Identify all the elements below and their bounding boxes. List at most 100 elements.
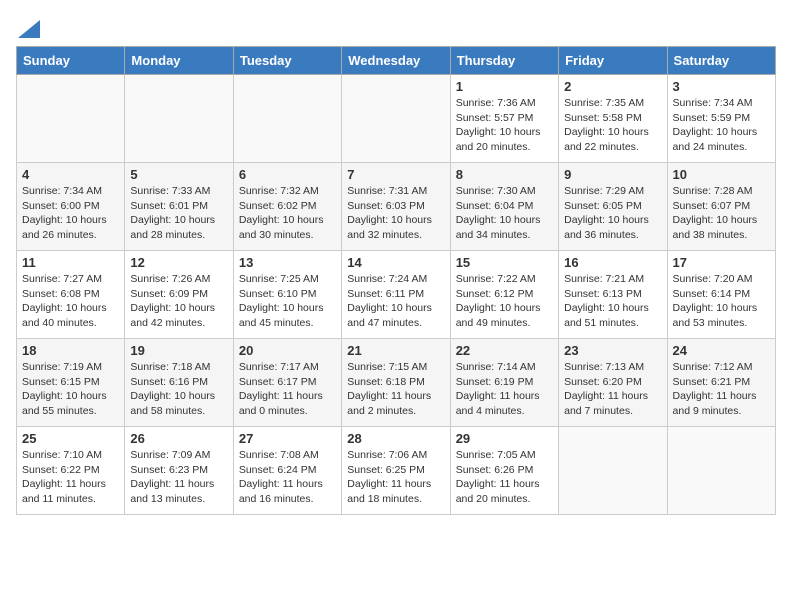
calendar-cell: 28 Sunrise: 7:06 AM Sunset: 6:25 PM Dayli… bbox=[342, 427, 450, 515]
calendar-cell: 12 Sunrise: 7:26 AM Sunset: 6:09 PM Dayli… bbox=[125, 251, 233, 339]
day-number: 18 bbox=[22, 343, 119, 358]
calendar-cell: 8Sunrise: 7:30 AM Sunset: 6:04 PM Daylig… bbox=[450, 163, 558, 251]
calendar-cell: 19 Sunrise: 7:18 AM Sunset: 6:16 PM Dayli… bbox=[125, 339, 233, 427]
day-number: 28 bbox=[347, 431, 444, 446]
day-number: 19 bbox=[130, 343, 227, 358]
calendar-cell: 20 Sunrise: 7:17 AM Sunset: 6:17 PM Dayli… bbox=[233, 339, 341, 427]
calendar-cell bbox=[342, 75, 450, 163]
day-info: Sunrise: 7:20 AM Sunset: 6:14 PM Dayligh… bbox=[673, 272, 770, 331]
calendar-cell: 13 Sunrise: 7:25 AM Sunset: 6:10 PM Dayli… bbox=[233, 251, 341, 339]
day-number: 5 bbox=[130, 167, 227, 182]
calendar-cell: 25Sunrise: 7:10 AM Sunset: 6:22 PM Dayli… bbox=[17, 427, 125, 515]
calendar-cell: 18 Sunrise: 7:19 AM Sunset: 6:15 PM Dayli… bbox=[17, 339, 125, 427]
day-number: 14 bbox=[347, 255, 444, 270]
calendar-cell: 22 Sunrise: 7:14 AM Sunset: 6:19 PM Dayli… bbox=[450, 339, 558, 427]
day-number: 6 bbox=[239, 167, 336, 182]
day-number: 27 bbox=[239, 431, 336, 446]
day-info: Sunrise: 7:36 AM Sunset: 5:57 PM Dayligh… bbox=[456, 96, 553, 155]
day-number: 10 bbox=[673, 167, 770, 182]
day-info: Sunrise: 7:29 AM Sunset: 6:05 PM Dayligh… bbox=[564, 184, 661, 243]
calendar-cell: 3 Sunrise: 7:34 AM Sunset: 5:59 PM Daylig… bbox=[667, 75, 775, 163]
day-info: Sunrise: 7:24 AM Sunset: 6:11 PM Dayligh… bbox=[347, 272, 444, 331]
calendar-cell: 17 Sunrise: 7:20 AM Sunset: 6:14 PM Dayli… bbox=[667, 251, 775, 339]
day-info: Sunrise: 7:06 AM Sunset: 6:25 PM Dayligh… bbox=[347, 448, 444, 507]
day-info: Sunrise: 7:12 AM Sunset: 6:21 PM Dayligh… bbox=[673, 360, 770, 419]
day-number: 2 bbox=[564, 79, 661, 94]
logo bbox=[16, 16, 40, 38]
day-number: 15 bbox=[456, 255, 553, 270]
week-row-3: 18 Sunrise: 7:19 AM Sunset: 6:15 PM Dayli… bbox=[17, 339, 776, 427]
header-saturday: Saturday bbox=[667, 47, 775, 75]
day-number: 9 bbox=[564, 167, 661, 182]
calendar-cell bbox=[559, 427, 667, 515]
calendar-cell: 7Sunrise: 7:31 AM Sunset: 6:03 PM Daylig… bbox=[342, 163, 450, 251]
calendar-cell: 14 Sunrise: 7:24 AM Sunset: 6:11 PM Dayli… bbox=[342, 251, 450, 339]
day-info: Sunrise: 7:35 AM Sunset: 5:58 PM Dayligh… bbox=[564, 96, 661, 155]
header-sunday: Sunday bbox=[17, 47, 125, 75]
day-number: 12 bbox=[130, 255, 227, 270]
calendar-cell: 27 Sunrise: 7:08 AM Sunset: 6:24 PM Dayli… bbox=[233, 427, 341, 515]
day-number: 11 bbox=[22, 255, 119, 270]
day-number: 4 bbox=[22, 167, 119, 182]
week-row-0: 1 Sunrise: 7:36 AM Sunset: 5:57 PM Daylig… bbox=[17, 75, 776, 163]
day-number: 16 bbox=[564, 255, 661, 270]
day-info: Sunrise: 7:25 AM Sunset: 6:10 PM Dayligh… bbox=[239, 272, 336, 331]
calendar-cell bbox=[667, 427, 775, 515]
week-row-2: 11 Sunrise: 7:27 AM Sunset: 6:08 PM Dayli… bbox=[17, 251, 776, 339]
day-number: 1 bbox=[456, 79, 553, 94]
day-number: 21 bbox=[347, 343, 444, 358]
day-info: Sunrise: 7:33 AM Sunset: 6:01 PM Dayligh… bbox=[130, 184, 227, 243]
calendar-cell: 4Sunrise: 7:34 AM Sunset: 6:00 PM Daylig… bbox=[17, 163, 125, 251]
calendar-cell: 9 Sunrise: 7:29 AM Sunset: 6:05 PM Daylig… bbox=[559, 163, 667, 251]
calendar-cell: 2 Sunrise: 7:35 AM Sunset: 5:58 PM Daylig… bbox=[559, 75, 667, 163]
header-thursday: Thursday bbox=[450, 47, 558, 75]
day-number: 22 bbox=[456, 343, 553, 358]
header-friday: Friday bbox=[559, 47, 667, 75]
day-number: 23 bbox=[564, 343, 661, 358]
week-row-1: 4Sunrise: 7:34 AM Sunset: 6:00 PM Daylig… bbox=[17, 163, 776, 251]
header-monday: Monday bbox=[125, 47, 233, 75]
calendar-cell: 16 Sunrise: 7:21 AM Sunset: 6:13 PM Dayli… bbox=[559, 251, 667, 339]
day-info: Sunrise: 7:09 AM Sunset: 6:23 PM Dayligh… bbox=[130, 448, 227, 507]
page-header bbox=[16, 16, 776, 38]
day-info: Sunrise: 7:19 AM Sunset: 6:15 PM Dayligh… bbox=[22, 360, 119, 419]
day-number: 20 bbox=[239, 343, 336, 358]
calendar-table: SundayMondayTuesdayWednesdayThursdayFrid… bbox=[16, 46, 776, 515]
day-info: Sunrise: 7:27 AM Sunset: 6:08 PM Dayligh… bbox=[22, 272, 119, 331]
day-info: Sunrise: 7:31 AM Sunset: 6:03 PM Dayligh… bbox=[347, 184, 444, 243]
day-number: 25 bbox=[22, 431, 119, 446]
day-info: Sunrise: 7:17 AM Sunset: 6:17 PM Dayligh… bbox=[239, 360, 336, 419]
day-info: Sunrise: 7:05 AM Sunset: 6:26 PM Dayligh… bbox=[456, 448, 553, 507]
header-tuesday: Tuesday bbox=[233, 47, 341, 75]
day-info: Sunrise: 7:32 AM Sunset: 6:02 PM Dayligh… bbox=[239, 184, 336, 243]
day-info: Sunrise: 7:14 AM Sunset: 6:19 PM Dayligh… bbox=[456, 360, 553, 419]
day-info: Sunrise: 7:26 AM Sunset: 6:09 PM Dayligh… bbox=[130, 272, 227, 331]
day-number: 8 bbox=[456, 167, 553, 182]
day-info: Sunrise: 7:34 AM Sunset: 5:59 PM Dayligh… bbox=[673, 96, 770, 155]
calendar-cell bbox=[17, 75, 125, 163]
header-wednesday: Wednesday bbox=[342, 47, 450, 75]
day-info: Sunrise: 7:18 AM Sunset: 6:16 PM Dayligh… bbox=[130, 360, 227, 419]
calendar-cell: 29 Sunrise: 7:05 AM Sunset: 6:26 PM Dayli… bbox=[450, 427, 558, 515]
day-number: 3 bbox=[673, 79, 770, 94]
day-info: Sunrise: 7:28 AM Sunset: 6:07 PM Dayligh… bbox=[673, 184, 770, 243]
day-info: Sunrise: 7:22 AM Sunset: 6:12 PM Dayligh… bbox=[456, 272, 553, 331]
calendar-cell: 10 Sunrise: 7:28 AM Sunset: 6:07 PM Dayli… bbox=[667, 163, 775, 251]
calendar-cell: 11 Sunrise: 7:27 AM Sunset: 6:08 PM Dayli… bbox=[17, 251, 125, 339]
calendar-cell bbox=[125, 75, 233, 163]
day-number: 29 bbox=[456, 431, 553, 446]
day-number: 13 bbox=[239, 255, 336, 270]
day-info: Sunrise: 7:15 AM Sunset: 6:18 PM Dayligh… bbox=[347, 360, 444, 419]
calendar-cell: 24 Sunrise: 7:12 AM Sunset: 6:21 PM Dayli… bbox=[667, 339, 775, 427]
day-info: Sunrise: 7:08 AM Sunset: 6:24 PM Dayligh… bbox=[239, 448, 336, 507]
day-number: 17 bbox=[673, 255, 770, 270]
week-row-4: 25Sunrise: 7:10 AM Sunset: 6:22 PM Dayli… bbox=[17, 427, 776, 515]
calendar-cell: 26Sunrise: 7:09 AM Sunset: 6:23 PM Dayli… bbox=[125, 427, 233, 515]
day-number: 24 bbox=[673, 343, 770, 358]
calendar-cell: 6 Sunrise: 7:32 AM Sunset: 6:02 PM Daylig… bbox=[233, 163, 341, 251]
calendar-cell: 21 Sunrise: 7:15 AM Sunset: 6:18 PM Dayli… bbox=[342, 339, 450, 427]
day-info: Sunrise: 7:21 AM Sunset: 6:13 PM Dayligh… bbox=[564, 272, 661, 331]
day-info: Sunrise: 7:13 AM Sunset: 6:20 PM Dayligh… bbox=[564, 360, 661, 419]
calendar-cell: 5 Sunrise: 7:33 AM Sunset: 6:01 PM Daylig… bbox=[125, 163, 233, 251]
logo-bird-icon bbox=[18, 20, 40, 38]
